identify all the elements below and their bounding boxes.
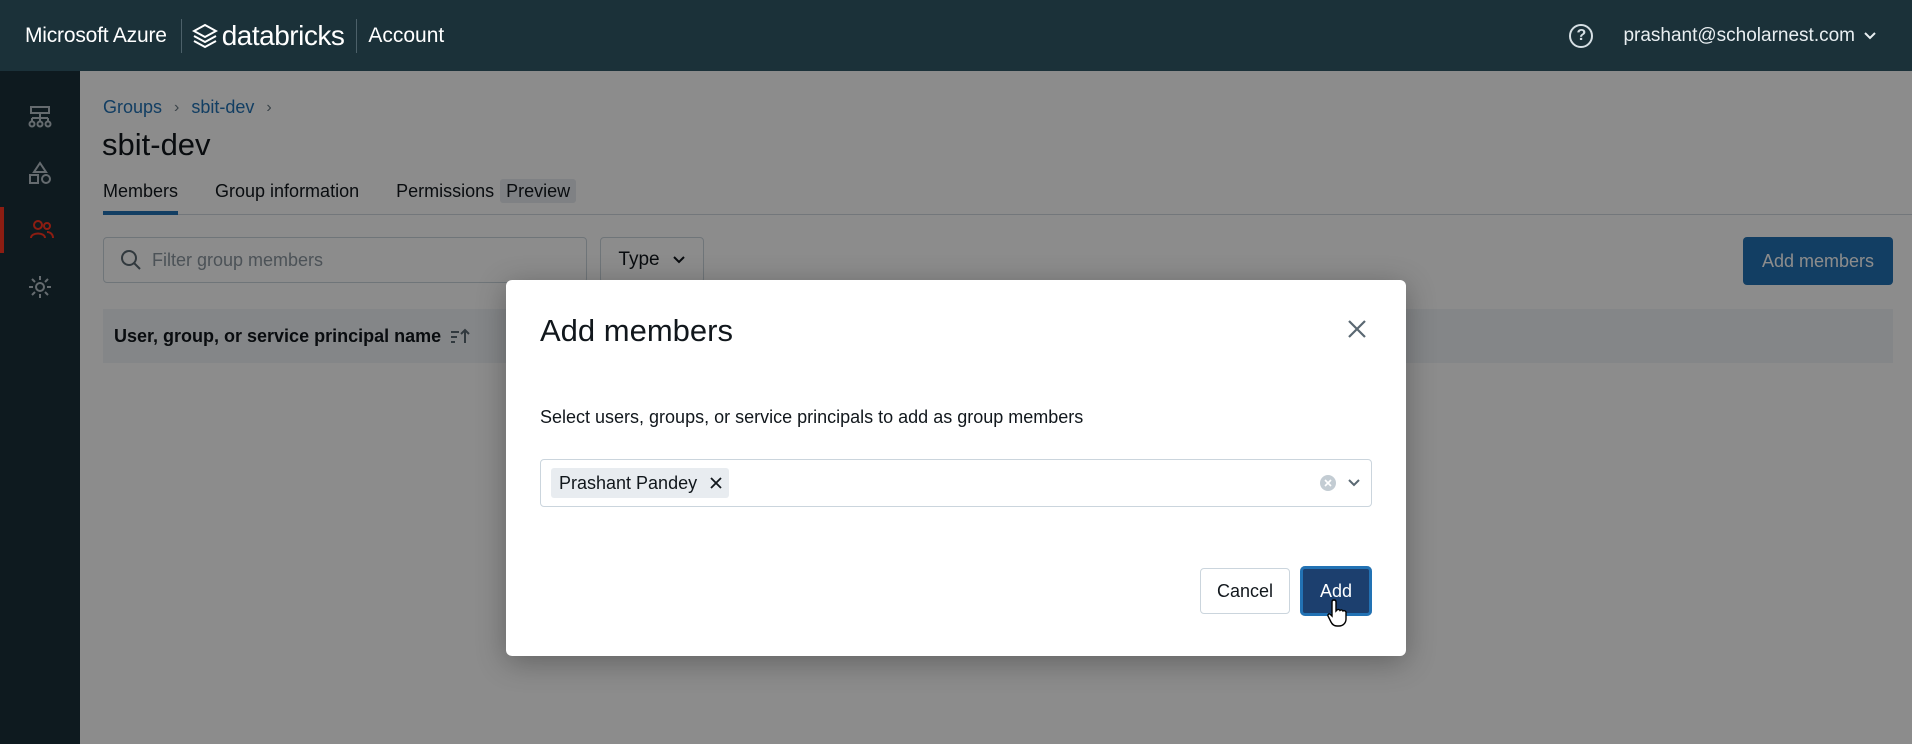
close-button[interactable] <box>1344 316 1370 342</box>
chip-label: Prashant Pandey <box>559 472 698 493</box>
azure-brand: Microsoft Azure <box>25 23 167 47</box>
member-select[interactable]: Prashant Pandey <box>540 459 1372 507</box>
selected-member-chip: Prashant Pandey <box>551 468 730 498</box>
databricks-wordmark: databricks <box>221 19 345 51</box>
user-menu[interactable]: prashant@scholarnest.com <box>1623 25 1855 47</box>
close-icon <box>710 477 722 489</box>
divider <box>180 18 182 53</box>
databricks-logo-icon <box>191 23 218 48</box>
help-icon[interactable]: ? <box>1569 23 1594 48</box>
account-label: Account <box>368 23 445 47</box>
add-members-dialog: Add members Select users, groups, or ser… <box>506 280 1406 656</box>
remove-chip-button[interactable] <box>709 476 723 490</box>
top-bar: Microsoft Azure databricks Account ? pra… <box>0 0 1912 71</box>
clear-icon[interactable] <box>1319 474 1337 492</box>
hand-cursor-icon <box>1327 599 1347 627</box>
chevron-down-icon[interactable] <box>1863 29 1877 43</box>
chevron-down-icon[interactable] <box>1347 476 1361 490</box>
databricks-logo[interactable]: databricks <box>191 19 345 52</box>
dialog-title: Add members <box>540 313 733 348</box>
dialog-description: Select users, groups, or service princip… <box>540 407 1084 427</box>
close-icon <box>1348 320 1366 338</box>
divider <box>356 18 358 53</box>
cancel-button[interactable]: Cancel <box>1200 568 1290 614</box>
